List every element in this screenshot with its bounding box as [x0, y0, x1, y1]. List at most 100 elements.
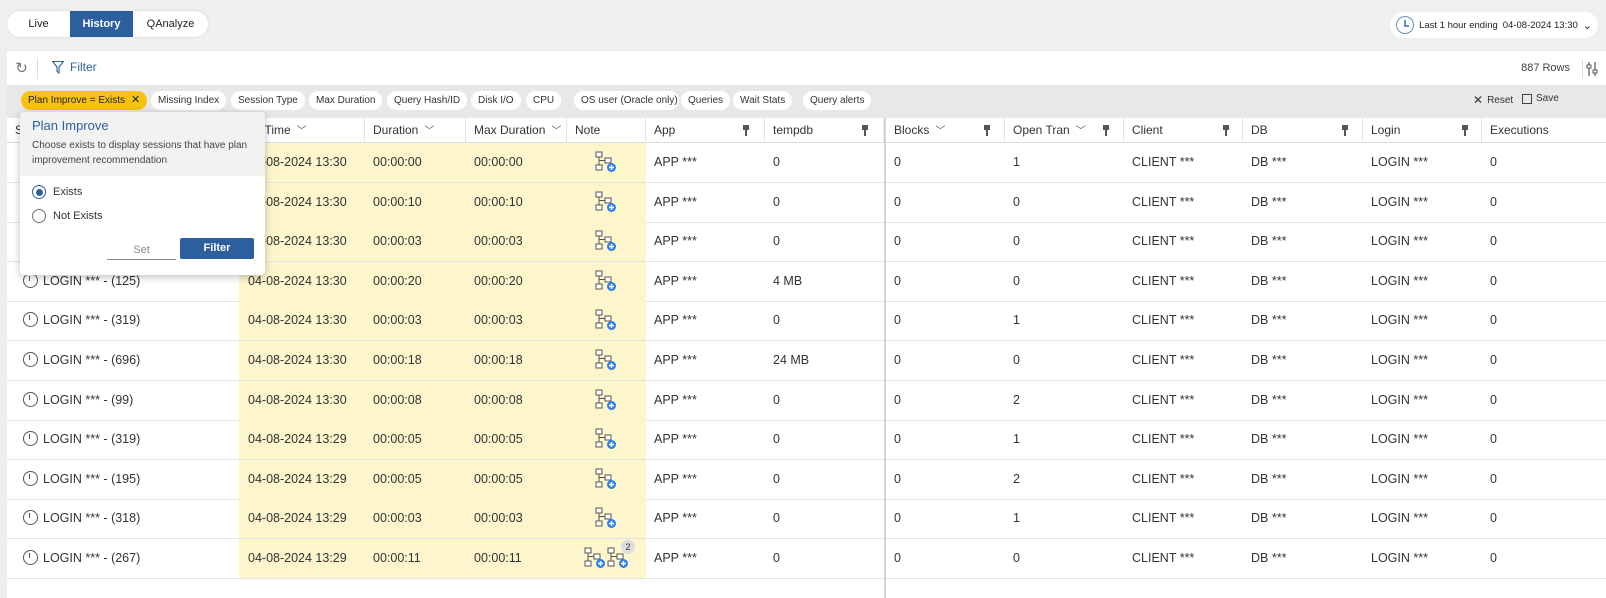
set-button[interactable]: Set — [107, 242, 176, 260]
open-tran-cell: 0 — [1013, 273, 1020, 288]
duration-cell: 00:00:10 — [365, 182, 466, 222]
login-cell: LOGIN *** — [1371, 551, 1428, 565]
tempdb-cell: 4 MB — [773, 273, 803, 288]
col-blocks-label: Blocks — [894, 123, 930, 137]
pin-icon[interactable] — [1341, 125, 1349, 136]
session-label[interactable]: LOGIN *** - (125) — [43, 274, 140, 288]
column-settings-icon[interactable] — [1582, 60, 1600, 78]
pin-icon[interactable] — [742, 125, 750, 136]
execution-plan-icon[interactable] — [584, 547, 606, 569]
table-row[interactable]: LOGIN *** - (696) 04-08-2024 13:30 00:00:1… — [7, 341, 1606, 381]
execution-plan-icon[interactable] — [595, 309, 617, 331]
execution-plan-icon[interactable] — [595, 507, 617, 529]
executions-cell: 0 — [1490, 234, 1497, 249]
tab-history[interactable]: History — [70, 11, 133, 37]
chip-wait-stats[interactable]: Wait Stats — [733, 91, 793, 110]
pin-icon[interactable] — [1222, 125, 1230, 136]
session-label[interactable]: LOGIN *** - (318) — [43, 511, 140, 525]
col-max-duration-label: Max Duration — [474, 123, 546, 137]
table-row[interactable]: LOGIN *** - (319) 04-08-2024 13:29 00:00:0… — [7, 420, 1606, 461]
max-duration-cell: 00:00:03 — [466, 222, 567, 262]
max-duration-cell: 00:00:11 — [466, 539, 567, 578]
execution-plan-icon[interactable] — [595, 349, 617, 371]
tab-live[interactable]: Live — [7, 11, 70, 37]
table-row[interactable]: LOGIN *** - (195) 04-08-2024 13:29 00:00:0… — [7, 459, 1606, 500]
execution-plan-icon[interactable] — [595, 191, 617, 213]
pin-icon[interactable] — [861, 125, 869, 136]
session-label[interactable]: LOGIN *** - (696) — [43, 353, 140, 367]
chip-session-type[interactable]: Session Type — [231, 91, 305, 110]
session-label[interactable]: LOGIN *** - (99) — [43, 393, 133, 407]
db-cell: DB *** — [1251, 551, 1287, 565]
start-time-cell: 04-08-2024 13:29 — [239, 499, 365, 539]
db-cell: DB *** — [1251, 392, 1287, 407]
filter-label: Filter — [70, 60, 97, 74]
chip-disk-io[interactable]: Disk I/O — [471, 91, 521, 110]
session-label[interactable]: LOGIN *** - (267) — [43, 551, 140, 565]
chip-queries[interactable]: Queries — [681, 91, 731, 110]
chip-query-hash[interactable]: Query Hash/ID — [387, 91, 468, 110]
refresh-icon[interactable]: ↻ — [13, 60, 30, 77]
table-row[interactable]: LOGIN *** - (319) 04-08-2024 13:30 00:00:0… — [7, 301, 1606, 342]
col-note[interactable]: Note — [567, 118, 646, 143]
tab-qanalyze[interactable]: QAnalyze — [133, 11, 208, 37]
note-cell — [567, 222, 646, 262]
radio-exists[interactable]: Exists — [32, 185, 82, 199]
save-button[interactable]: Save — [1522, 93, 1559, 104]
note-cell — [567, 499, 646, 539]
col-db[interactable]: DB — [1243, 118, 1363, 143]
execution-plan-icon[interactable] — [595, 151, 617, 173]
chip-plan-improve[interactable]: Plan Improve = Exists ✕ — [21, 91, 148, 110]
chip-query-alerts[interactable]: Query alerts — [803, 91, 872, 110]
execution-plan-icon[interactable] — [595, 428, 617, 450]
app-cell: APP *** — [654, 353, 697, 367]
chevron-down-icon: ﹀ — [424, 126, 435, 137]
chip-cpu[interactable]: CPU — [526, 91, 562, 110]
chip-missing-index[interactable]: Missing Index — [151, 91, 227, 110]
table-row[interactable]: LOGIN *** - (267) 04-08-2024 13:29 00:00:1… — [7, 539, 1606, 579]
app-cell: APP *** — [654, 155, 697, 169]
reset-button[interactable]: ✕ Reset — [1473, 93, 1513, 107]
col-client[interactable]: Client — [1124, 118, 1243, 143]
client-cell: CLIENT *** — [1132, 313, 1195, 328]
chip-os-user[interactable]: OS user (Oracle only) — [574, 91, 679, 110]
pin-icon[interactable] — [1461, 125, 1469, 136]
execution-plan-icon[interactable] — [595, 270, 617, 292]
filter-button[interactable]: Filter — [52, 60, 97, 74]
session-cell: LOGIN *** - (319) — [7, 420, 239, 459]
time-range-value: 04-08-2024 13:30 — [1502, 19, 1578, 31]
chip-max-duration[interactable]: Max Duration — [309, 91, 383, 110]
col-blocks[interactable]: Blocks ﹀ — [886, 118, 1005, 143]
table-row[interactable]: LOGIN *** - (99) 04-08-2024 13:30 00:00:08… — [7, 380, 1606, 421]
table-row[interactable]: LOGIN *** - (318) 04-08-2024 13:29 00:00:0… — [7, 499, 1606, 540]
col-app[interactable]: App — [646, 118, 765, 143]
col-duration[interactable]: Duration ﹀ — [365, 118, 466, 143]
apply-filter-button[interactable]: Filter — [180, 238, 254, 259]
pin-icon[interactable] — [1102, 125, 1110, 136]
pin-icon[interactable] — [983, 125, 991, 136]
session-label[interactable]: LOGIN *** - (195) — [43, 472, 140, 486]
time-range-picker[interactable]: Last 1 hour ending 04-08-2024 13:30 ⌄ — [1390, 12, 1598, 38]
execution-plan-icon[interactable] — [595, 468, 617, 490]
execution-plan-icon[interactable] — [595, 389, 617, 411]
close-icon[interactable]: ✕ — [131, 94, 140, 106]
session-label[interactable]: LOGIN *** - (319) — [43, 432, 140, 446]
login-cell: LOGIN *** — [1371, 432, 1428, 447]
session-cell: LOGIN *** - (319) — [7, 301, 239, 340]
open-tran-cell: 2 — [1013, 471, 1020, 486]
execution-plan-icon[interactable] — [595, 230, 617, 252]
duration-cell: 00:00:08 — [365, 380, 466, 420]
chevron-down-icon: ﹀ — [551, 126, 562, 137]
session-cell: LOGIN *** - (267) — [7, 539, 239, 578]
col-open-tran[interactable]: Open Tran ﹀ — [1005, 118, 1124, 143]
col-executions[interactable]: Executions — [1482, 118, 1606, 143]
session-label[interactable]: LOGIN *** - (319) — [43, 313, 140, 327]
col-tempdb[interactable]: tempdb — [765, 118, 884, 143]
duration-cell: 00:00:03 — [365, 301, 466, 341]
col-login-label: Login — [1371, 123, 1401, 137]
col-login[interactable]: Login — [1363, 118, 1482, 143]
grid-toolbar: ↻ Filter 887 Rows — [7, 51, 1606, 86]
chevron-down-icon: ⌄ — [1582, 19, 1592, 32]
col-max-duration[interactable]: Max Duration ﹀ — [466, 118, 567, 143]
radio-not-exists[interactable]: Not Exists — [32, 209, 103, 223]
